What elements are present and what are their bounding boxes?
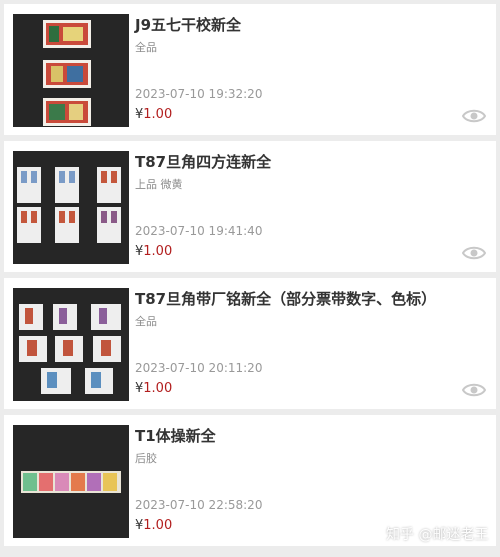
listing-grade: 后胶: [135, 452, 157, 465]
listing-thumbnail[interactable]: [13, 288, 129, 401]
listing-price: ¥1.00: [135, 518, 172, 533]
listing-thumbnail[interactable]: [13, 151, 129, 264]
eye-icon[interactable]: [462, 381, 486, 399]
listing-card[interactable]: T87旦角四方连新全 上品 微黄 2023-07-10 19:41:40 ¥1.…: [4, 141, 496, 272]
eye-icon[interactable]: [462, 107, 486, 125]
listing-price: ¥1.00: [135, 107, 172, 122]
price-value: 1.00: [143, 244, 173, 259]
listing-thumbnail[interactable]: [13, 14, 129, 127]
listing-time: 2023-07-10 22:58:20: [135, 498, 263, 512]
listing-grade: 全品: [135, 315, 157, 328]
price-value: 1.00: [143, 107, 173, 122]
listing-time: 2023-07-10 19:32:20: [135, 87, 263, 101]
eye-icon[interactable]: [462, 244, 486, 262]
stamp-image: [13, 288, 129, 401]
listing-title[interactable]: T87旦角四方连新全: [135, 151, 271, 172]
listing-card[interactable]: T87旦角带厂铭新全（部分票带数字、色标） 全品 2023-07-10 20:1…: [4, 278, 496, 409]
watermark: 知乎 @邮迷老王: [386, 527, 489, 543]
listing-grade: 全品: [135, 41, 157, 54]
stamp-image: [13, 151, 129, 264]
listing-title[interactable]: T87旦角带厂铭新全（部分票带数字、色标）: [135, 288, 436, 309]
listing-price: ¥1.00: [135, 244, 172, 259]
price-value: 1.00: [143, 381, 173, 396]
stamp-image: [13, 425, 129, 538]
listing-thumbnail[interactable]: [13, 425, 129, 538]
listing-title[interactable]: J9五七干校新全: [135, 14, 241, 35]
listing-title[interactable]: T1体操新全: [135, 425, 216, 446]
listing-time: 2023-07-10 20:11:20: [135, 361, 263, 375]
listing-price: ¥1.00: [135, 381, 172, 396]
stamp-image: [13, 14, 129, 127]
listing-card[interactable]: J9五七干校新全 全品 2023-07-10 19:32:20 ¥1.00: [4, 4, 496, 135]
listing-grade: 上品 微黄: [135, 178, 183, 191]
price-value: 1.00: [143, 518, 173, 533]
listing-time: 2023-07-10 19:41:40: [135, 224, 263, 238]
